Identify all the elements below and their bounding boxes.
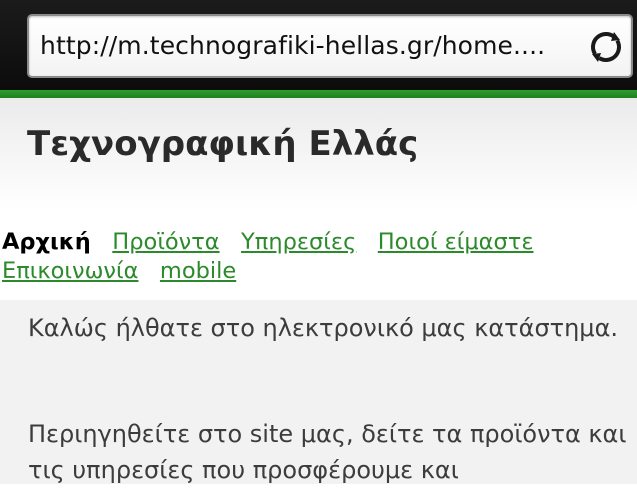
nav-item-mobile[interactable]: mobile [160, 258, 236, 284]
nav-item-services[interactable]: Υπηρεσίες [241, 229, 356, 255]
welcome-text: Καλώς ήλθατε στο ηλεκτρονικό μας κατάστη… [28, 314, 619, 342]
url-bar[interactable]: http://m.technografiki-hellas.gr/home...… [27, 14, 633, 78]
nav-item-home: Αρχική [2, 229, 91, 255]
reload-icon[interactable] [587, 28, 625, 66]
page-load-bar [0, 90, 637, 98]
nav-item-contact[interactable]: Επικοινωνία [2, 258, 138, 284]
browser-toolbar: http://m.technografiki-hellas.gr/home...… [0, 0, 637, 91]
nav-item-about[interactable]: Ποιοί είμαστε [378, 229, 534, 255]
intro-text: Περιηγηθείτε στο site μας, δείτε τα προϊ… [28, 420, 627, 484]
site-nav: Αρχική Προϊόντα Υπηρεσίες Ποιοί είμαστε … [2, 228, 632, 286]
site-title: Τεχνογραφική Ελλάς [27, 124, 419, 164]
nav-item-products[interactable]: Προϊόντα [112, 229, 219, 255]
url-text[interactable]: http://m.technografiki-hellas.gr/home...… [40, 27, 545, 65]
